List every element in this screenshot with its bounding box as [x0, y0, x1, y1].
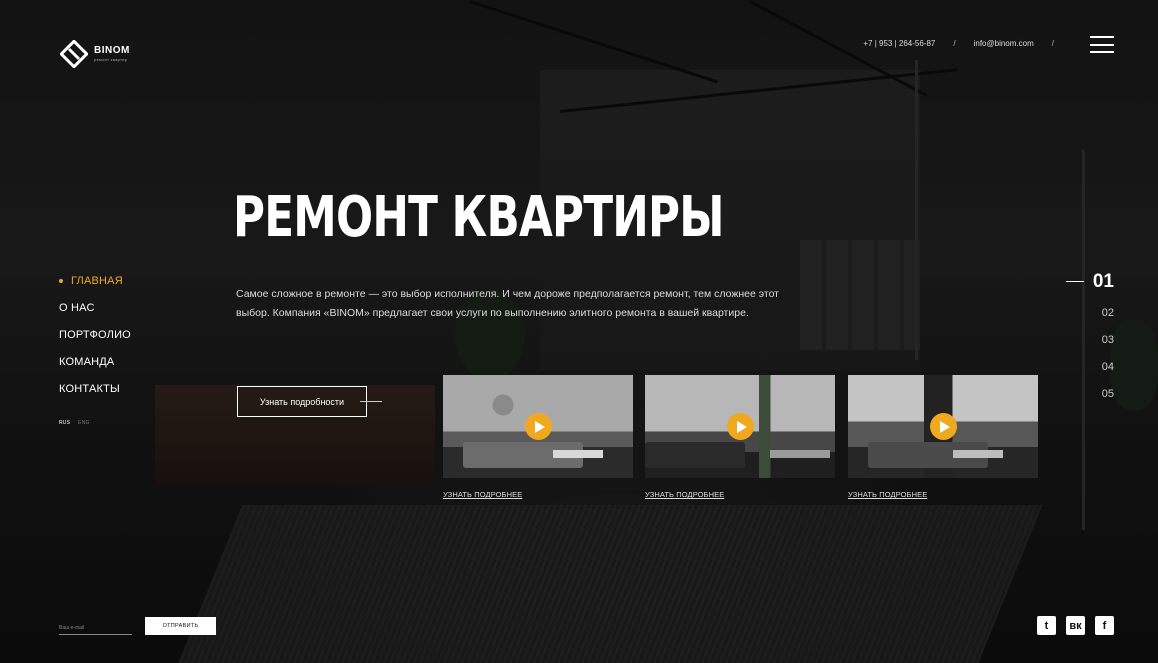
nav-item-home[interactable]: ГЛАВНАЯ [59, 272, 131, 299]
slide-indicator-3[interactable]: 03 [1093, 327, 1114, 354]
slide-indicator-4[interactable]: 04 [1093, 354, 1114, 381]
brand-tagline: ремонт квартир [94, 57, 128, 62]
slide-indicator-5[interactable]: 05 [1093, 381, 1114, 408]
video-thumbnail[interactable] [848, 375, 1038, 478]
email-field[interactable] [59, 621, 132, 635]
nav-item-about[interactable]: О НАС [59, 299, 131, 326]
hero-description: Самое сложное в ремонте — это выбор испо… [236, 288, 779, 319]
brand-name: BINOM [94, 45, 130, 56]
video-thumbnail[interactable] [443, 375, 633, 478]
hero-title: РЕМОНТ КВАРТИРЫ [233, 185, 725, 250]
video-thumbnail[interactable] [645, 375, 835, 478]
header-contacts: +7 | 953 | 264-56-87 / info@binom.com / [863, 39, 1072, 48]
slide-indicator-2[interactable]: 02 [1093, 300, 1114, 327]
facebook-icon[interactable]: f [1095, 616, 1114, 635]
header-phone[interactable]: +7 | 953 | 264-56-87 [863, 39, 935, 48]
language-switcher: RUS ENG [59, 420, 90, 426]
button-line-decoration [360, 401, 382, 402]
nav-item-team[interactable]: КОМАНДА [59, 353, 131, 380]
play-icon[interactable] [525, 413, 552, 440]
thumbnail-link[interactable]: УЗНАТЬ ПОДРОБНЕЕ [443, 490, 522, 499]
thumbnail-link[interactable]: УЗНАТЬ ПОДРОБНЕЕ [645, 490, 724, 499]
submit-button[interactable]: ОТПРАВИТЬ [145, 617, 216, 635]
active-dot-icon [59, 279, 63, 284]
lang-active[interactable]: RUS [59, 420, 70, 426]
logo-diamond-icon [60, 40, 88, 68]
play-icon[interactable] [727, 413, 754, 440]
header-separator: / [953, 39, 956, 48]
vk-icon[interactable]: вк [1066, 616, 1085, 635]
background-overlay [0, 0, 1158, 663]
header-email[interactable]: info@binom.com [974, 39, 1034, 48]
slide-indicator-1[interactable]: 01 [1065, 270, 1114, 300]
learn-more-button[interactable]: Узнать подробности [237, 386, 367, 417]
social-links: t вк f [1037, 616, 1114, 635]
menu-hamburger-icon[interactable] [1090, 36, 1114, 53]
nav-item-label: ГЛАВНАЯ [71, 275, 123, 287]
lang-other[interactable]: ENG [78, 420, 89, 426]
logo[interactable]: BINOM ремонт квартир [60, 40, 130, 68]
nav-item-contacts[interactable]: КОНТАКТЫ [59, 380, 131, 407]
header-separator: / [1051, 39, 1054, 48]
twitter-icon[interactable]: t [1037, 616, 1056, 635]
side-navigation: ГЛАВНАЯ О НАС ПОРТФОЛИО КОМАНДА КОНТАКТЫ [59, 272, 131, 407]
slide-pagination: 01 02 03 04 05 [1065, 270, 1114, 408]
thumbnail-link[interactable]: УЗНАТЬ ПОДРОБНЕЕ [848, 490, 927, 499]
nav-item-portfolio[interactable]: ПОРТФОЛИО [59, 326, 131, 353]
play-icon[interactable] [930, 413, 957, 440]
